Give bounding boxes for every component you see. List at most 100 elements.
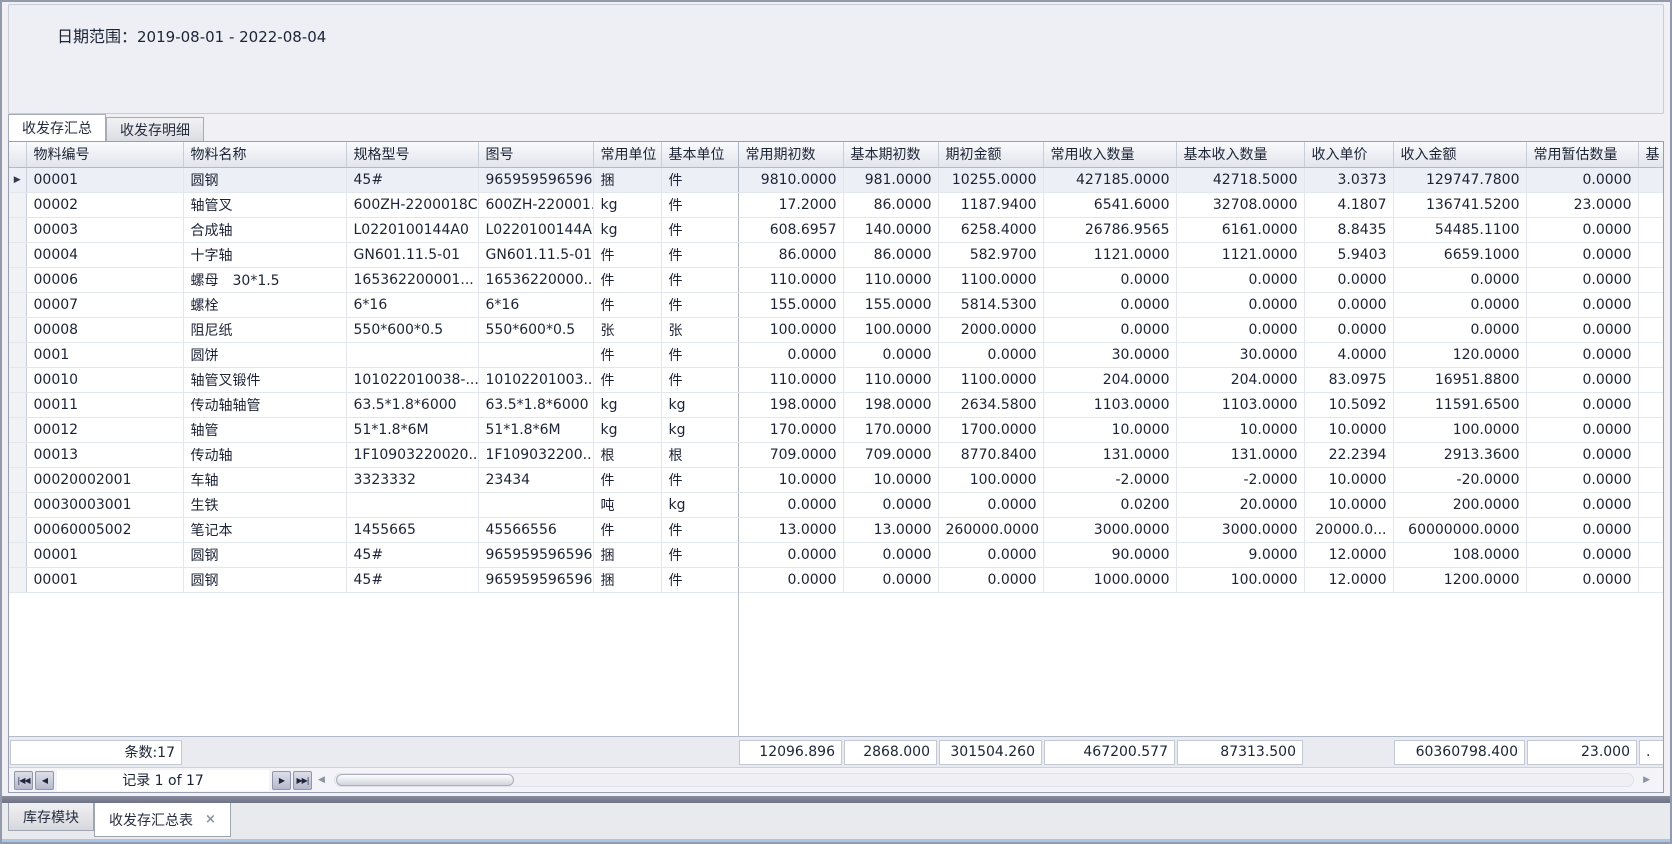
cell-unit_basic[interactable]: 件	[661, 267, 738, 292]
cell-qty_est_common[interactable]: 0.0000	[1526, 567, 1638, 592]
cell-name[interactable]: 轴管叉	[183, 192, 346, 217]
cell-amt_in[interactable]: 200.0000	[1393, 492, 1526, 517]
scrollbar-thumb[interactable]	[336, 774, 514, 786]
cell-unit_basic[interactable]: 件	[661, 467, 738, 492]
tab-inventory-module[interactable]: 库存模块	[8, 803, 94, 831]
cell-spec[interactable]: 3323332	[346, 467, 478, 492]
cell-spec[interactable]: 101022010038-...	[346, 367, 478, 392]
cell-basic_est[interactable]	[1638, 292, 1663, 317]
cell-price_in[interactable]: 5.9403	[1304, 242, 1393, 267]
next-record-button[interactable]: ▶	[272, 771, 291, 790]
cell-amt_open[interactable]: 5814.5300	[938, 292, 1043, 317]
cell-amt_in[interactable]: 0.0000	[1393, 317, 1526, 342]
cell-amt_open[interactable]: 2634.5800	[938, 392, 1043, 417]
row-indicator-cell[interactable]	[9, 442, 26, 467]
cell-basic_est[interactable]	[1638, 367, 1663, 392]
cell-name[interactable]: 车轴	[183, 467, 346, 492]
cell-amt_in[interactable]: 54485.1100	[1393, 217, 1526, 242]
cell-qty_in_common[interactable]: 0.0000	[1043, 317, 1176, 342]
cell-basic_est[interactable]	[1638, 467, 1663, 492]
cell-amt_open[interactable]: 1700.0000	[938, 417, 1043, 442]
cell-qty_in_basic[interactable]: -2.0000	[1176, 467, 1304, 492]
row-indicator-cell[interactable]	[9, 267, 26, 292]
cell-amt_in[interactable]: 129747.7800	[1393, 167, 1526, 192]
table-row[interactable]: 00013传动轴1F10903220020...1F109032200...根根…	[9, 442, 1663, 467]
table-row[interactable]: 00012轴管51*1.8*6M51*1.8*6Mkgkg170.0000170…	[9, 417, 1663, 442]
cell-qty_open_basic[interactable]: 13.0000	[843, 517, 938, 542]
cell-name[interactable]: 圆饼	[183, 342, 346, 367]
cell-qty_open_common[interactable]: 155.0000	[738, 292, 843, 317]
cell-spec[interactable]: 550*600*0.5	[346, 317, 478, 342]
cell-qty_in_basic[interactable]: 32708.0000	[1176, 192, 1304, 217]
cell-amt_in[interactable]: 120.0000	[1393, 342, 1526, 367]
cell-basic_est[interactable]	[1638, 517, 1663, 542]
column-header-basic_est[interactable]: 基	[1638, 142, 1663, 167]
cell-spec[interactable]: 1F10903220020...	[346, 442, 478, 467]
cell-amt_open[interactable]: 2000.0000	[938, 317, 1043, 342]
cell-amt_open[interactable]: 582.9700	[938, 242, 1043, 267]
cell-qty_open_basic[interactable]: 709.0000	[843, 442, 938, 467]
cell-amt_in[interactable]: 11591.6500	[1393, 392, 1526, 417]
cell-qty_in_common[interactable]: 3000.0000	[1043, 517, 1176, 542]
cell-code[interactable]: 00003	[26, 217, 183, 242]
row-indicator-cell[interactable]	[9, 492, 26, 517]
cell-drawing[interactable]: 23434	[478, 467, 593, 492]
cell-qty_open_common[interactable]: 0.0000	[738, 342, 843, 367]
cell-qty_in_basic[interactable]: 9.0000	[1176, 542, 1304, 567]
cell-qty_open_common[interactable]: 709.0000	[738, 442, 843, 467]
column-header-code[interactable]: 物料编号	[26, 142, 183, 167]
cell-unit_common[interactable]: 根	[593, 442, 661, 467]
cell-qty_open_basic[interactable]: 198.0000	[843, 392, 938, 417]
cell-drawing[interactable]: 6*16	[478, 292, 593, 317]
cell-drawing[interactable]: 9659595965965	[478, 567, 593, 592]
cell-qty_in_basic[interactable]: 3000.0000	[1176, 517, 1304, 542]
cell-name[interactable]: 传动轴轴管	[183, 392, 346, 417]
cell-unit_common[interactable]: 件	[593, 367, 661, 392]
column-header-name[interactable]: 物料名称	[183, 142, 346, 167]
cell-qty_est_common[interactable]: 0.0000	[1526, 517, 1638, 542]
cell-qty_in_basic[interactable]: 1121.0000	[1176, 242, 1304, 267]
cell-qty_est_common[interactable]: 0.0000	[1526, 317, 1638, 342]
cell-drawing[interactable]: 16536220000...	[478, 267, 593, 292]
cell-amt_in[interactable]: -20.0000	[1393, 467, 1526, 492]
cell-code[interactable]: 0001	[26, 342, 183, 367]
cell-qty_open_basic[interactable]: 0.0000	[843, 492, 938, 517]
cell-amt_in[interactable]: 100.0000	[1393, 417, 1526, 442]
cell-qty_in_common[interactable]: 0.0000	[1043, 292, 1176, 317]
cell-qty_est_common[interactable]: 0.0000	[1526, 342, 1638, 367]
table-row[interactable]: 00008阻尼纸550*600*0.5550*600*0.5张张100.0000…	[9, 317, 1663, 342]
cell-price_in[interactable]: 12.0000	[1304, 542, 1393, 567]
cell-basic_est[interactable]	[1638, 267, 1663, 292]
cell-name[interactable]: 圆钢	[183, 567, 346, 592]
table-row[interactable]: 00003合成轴L0220100144A0L0220100144A0kg件608…	[9, 217, 1663, 242]
cell-code[interactable]: 00008	[26, 317, 183, 342]
cell-qty_in_basic[interactable]: 204.0000	[1176, 367, 1304, 392]
cell-code[interactable]: 00004	[26, 242, 183, 267]
cell-unit_basic[interactable]: 件	[661, 367, 738, 392]
cell-amt_in[interactable]: 136741.5200	[1393, 192, 1526, 217]
row-indicator-cell[interactable]	[9, 517, 26, 542]
cell-qty_est_common[interactable]: 0.0000	[1526, 367, 1638, 392]
cell-qty_est_common[interactable]: 0.0000	[1526, 267, 1638, 292]
row-indicator-cell[interactable]	[9, 417, 26, 442]
cell-price_in[interactable]: 4.0000	[1304, 342, 1393, 367]
cell-price_in[interactable]: 10.5092	[1304, 392, 1393, 417]
cell-spec[interactable]: 1455665	[346, 517, 478, 542]
cell-qty_in_common[interactable]: 204.0000	[1043, 367, 1176, 392]
cell-qty_in_common[interactable]: 131.0000	[1043, 442, 1176, 467]
cell-qty_est_common[interactable]: 0.0000	[1526, 417, 1638, 442]
cell-unit_common[interactable]: 件	[593, 342, 661, 367]
cell-unit_common[interactable]: kg	[593, 192, 661, 217]
cell-unit_basic[interactable]: 根	[661, 442, 738, 467]
row-indicator-cell[interactable]	[9, 192, 26, 217]
cell-qty_in_basic[interactable]: 100.0000	[1176, 567, 1304, 592]
cell-amt_open[interactable]: 1187.9400	[938, 192, 1043, 217]
cell-qty_open_common[interactable]: 170.0000	[738, 417, 843, 442]
cell-qty_open_basic[interactable]: 981.0000	[843, 167, 938, 192]
column-header-qty_in_basic[interactable]: 基本收入数量	[1176, 142, 1304, 167]
cell-price_in[interactable]: 8.8435	[1304, 217, 1393, 242]
cell-spec[interactable]: 6*16	[346, 292, 478, 317]
cell-unit_basic[interactable]: 件	[661, 342, 738, 367]
cell-spec[interactable]: 600ZH-2200018C	[346, 192, 478, 217]
cell-amt_open[interactable]: 8770.8400	[938, 442, 1043, 467]
